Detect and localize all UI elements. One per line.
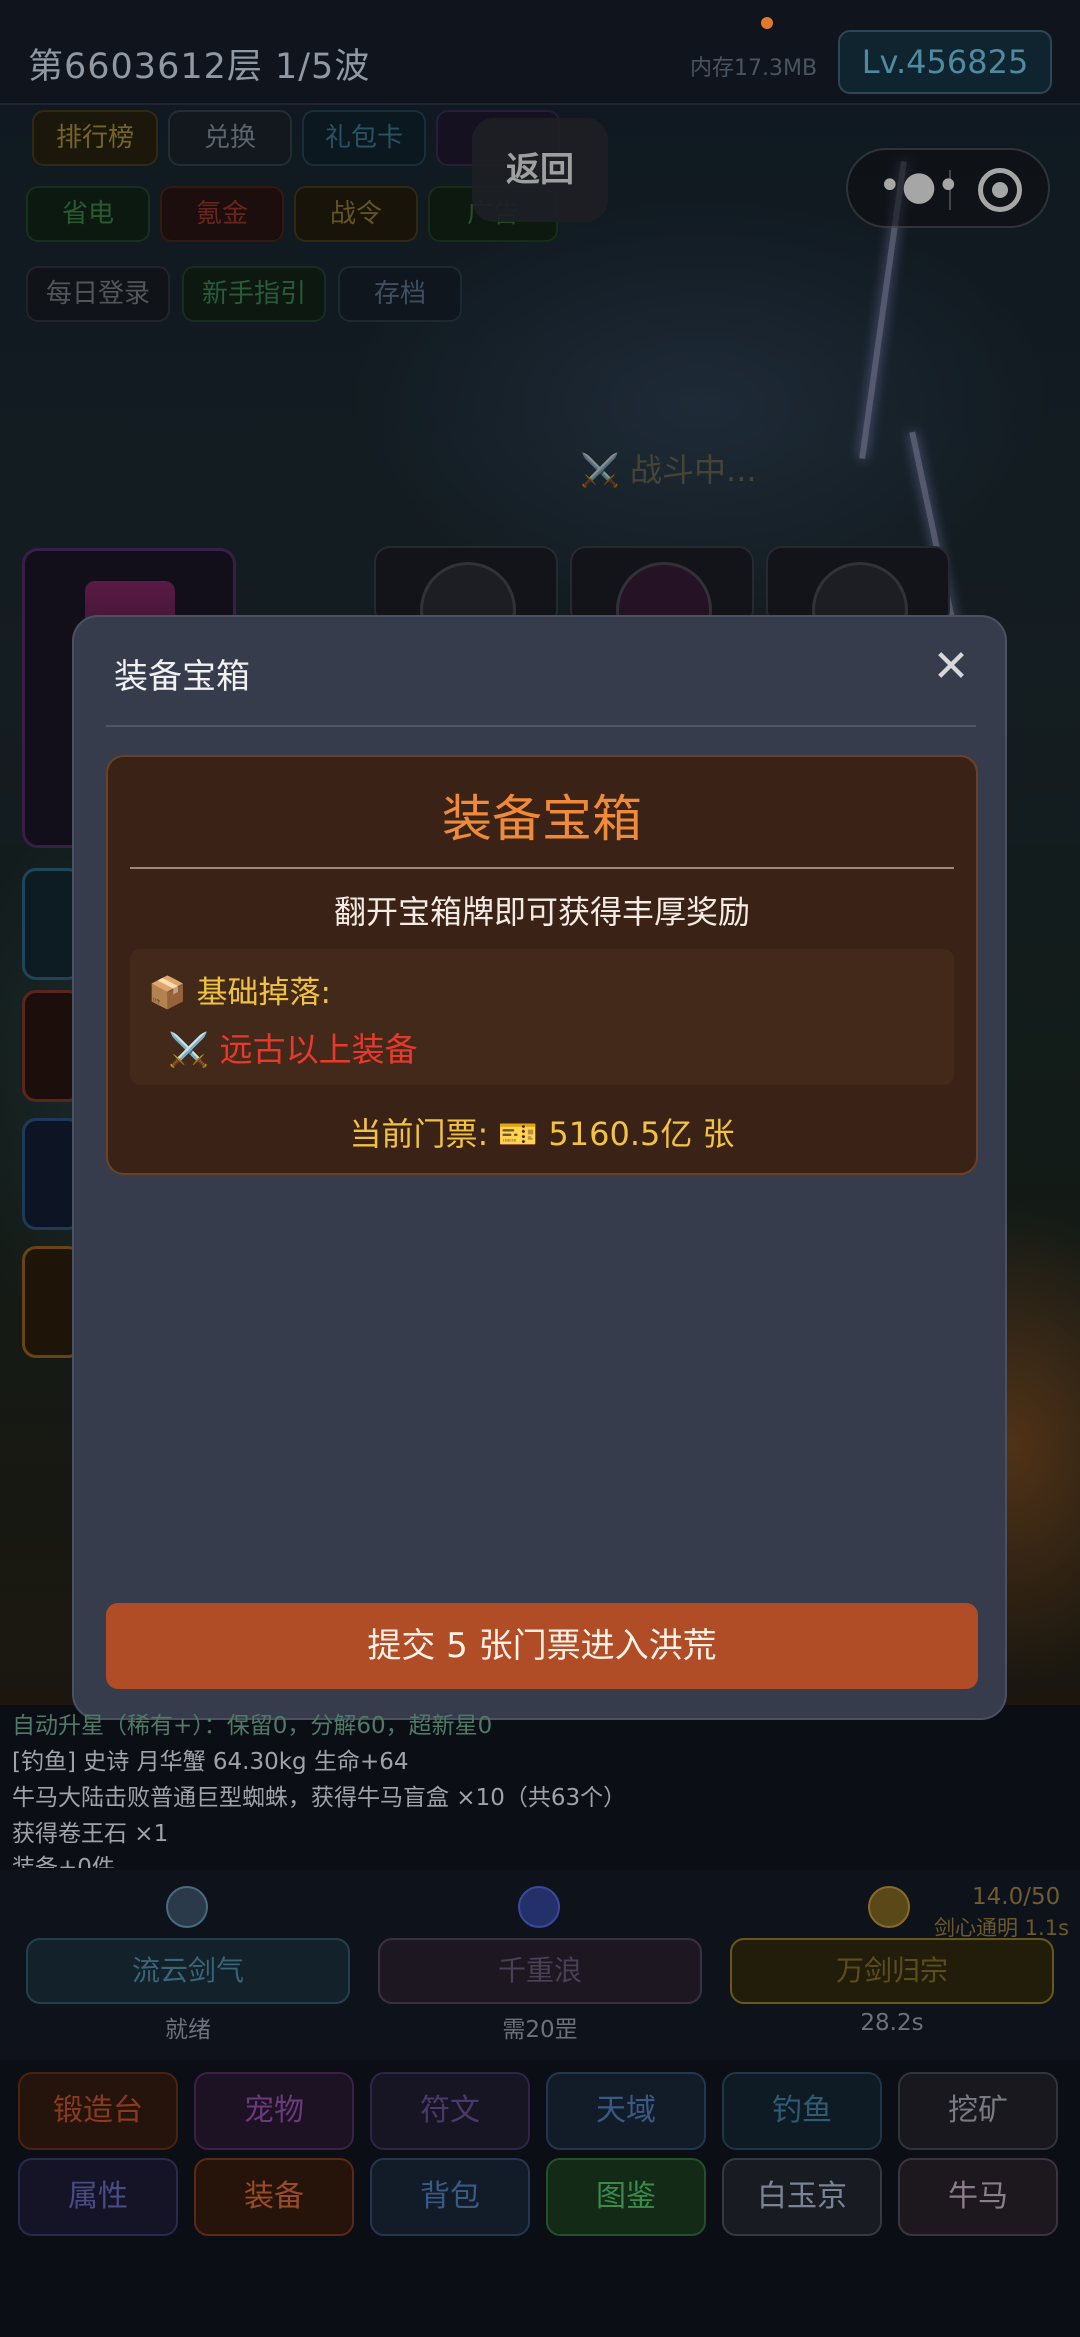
nav-backpack[interactable]: 背包 — [370, 2158, 530, 2236]
wave-icon — [518, 1886, 560, 1928]
nav-sky-realm[interactable]: 天域 — [546, 2072, 706, 2150]
nav-mining[interactable]: 挖矿 — [898, 2072, 1058, 2150]
nav-fishing[interactable]: 钓鱼 — [722, 2072, 882, 2150]
chest-title: 装备宝箱 — [442, 790, 642, 848]
skill-button-wanjianguizong[interactable]: 万剑归宗 — [730, 1938, 1054, 2004]
sword-sect-icon — [868, 1886, 910, 1928]
recording-dot-icon — [761, 17, 773, 29]
ticket-count: 当前门票: 🎫 5160.5亿 张 — [349, 1115, 735, 1153]
nav-niuma[interactable]: 牛马 — [898, 2158, 1058, 2236]
log-line: 装备+0件 — [12, 1855, 115, 1868]
skill-panel: 14.0/50 剑心通明 1.1s 流云剑气 千重浪 万剑归宗 就绪 需20罡 … — [0, 1870, 1080, 2060]
nav-runes[interactable]: 符文 — [370, 2072, 530, 2150]
nav-baiyujing[interactable]: 白玉京 — [722, 2158, 882, 2236]
drop-header: 📦 基础掉落: — [148, 975, 331, 1011]
close-icon[interactable]: ✕ — [928, 645, 974, 691]
divider — [130, 867, 954, 869]
skill-button-liuyun[interactable]: 流云剑气 — [26, 1938, 350, 2004]
chest-info-card: 装备宝箱 翻开宝箱牌即可获得丰厚奖励 📦 基础掉落: ⚔️ 远古以上装备 当前门… — [106, 755, 978, 1175]
chest-subtitle: 翻开宝箱牌即可获得丰厚奖励 — [333, 893, 750, 931]
divider — [106, 725, 976, 727]
nav-pets[interactable]: 宠物 — [194, 2072, 354, 2150]
log-line: 自动升星（稀有+）：保留0，分解60，超新星0 — [12, 1713, 493, 1739]
skill-state: 28.2s — [860, 2010, 924, 2036]
sword-qi-icon — [166, 1886, 208, 1928]
memory-usage: 内存17.3MB — [690, 56, 818, 81]
log-line: [钓鱼] 史诗 月华蟹 64.30kg 生命+64 — [12, 1749, 409, 1775]
bottom-nav-grid: 锻造台 宠物 符文 天域 钓鱼 挖矿 属性 装备 背包 图鉴 白玉京 牛马 — [0, 2072, 1080, 2337]
screen: { "top": {"floor_wave": "第6603612层 1/5波"… — [0, 0, 1080, 2337]
floor-wave-label: 第6603612层 1/5波 — [28, 47, 371, 87]
skill-state: 需20罡 — [502, 2017, 578, 2043]
nav-forge[interactable]: 锻造台 — [18, 2072, 178, 2150]
nav-codex[interactable]: 图鉴 — [546, 2158, 706, 2236]
drop-item: ⚔️ 远古以上装备 — [168, 1030, 418, 1069]
drop-list: 📦 基础掉落: ⚔️ 远古以上装备 — [130, 949, 954, 1085]
dialog-title: 装备宝箱 — [114, 657, 250, 697]
submit-tickets-button[interactable]: 提交 5 张门票进入洪荒 — [106, 1603, 978, 1689]
skill-meter-value: 14.0/50 — [972, 1884, 1061, 1910]
log-line: 牛马大陆击败普通巨型蜘蛛，获得牛马盲盒 ×10（共63个） — [12, 1785, 627, 1811]
nav-equipment[interactable]: 装备 — [194, 2158, 354, 2236]
level-badge: Lv.456825 — [838, 30, 1052, 94]
skill-button-qianchonglang[interactable]: 千重浪 — [378, 1938, 702, 2004]
skill-state: 就绪 — [165, 2017, 211, 2043]
top-bar: 第6603612层 1/5波 内存17.3MB Lv.456825 — [0, 0, 1080, 105]
log-line: 获得卷王石 ×1 — [12, 1821, 169, 1847]
nav-attributes[interactable]: 属性 — [18, 2158, 178, 2236]
equipment-chest-dialog: 装备宝箱 ✕ 装备宝箱 翻开宝箱牌即可获得丰厚奖励 📦 基础掉落: ⚔️ 远古以… — [72, 615, 1007, 1720]
